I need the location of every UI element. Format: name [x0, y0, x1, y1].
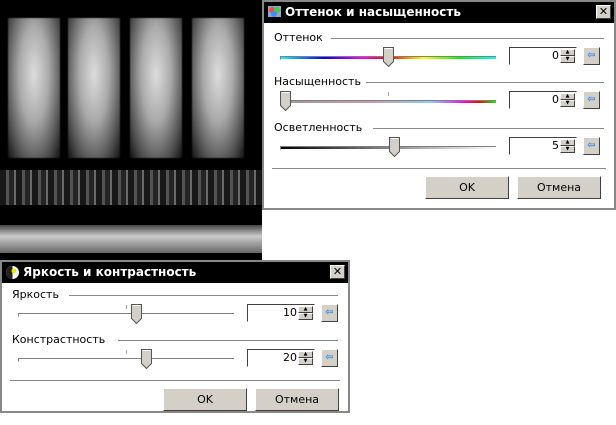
value-spinbox[interactable]: 0 ▲ ▼: [509, 47, 577, 65]
value-input[interactable]: 20: [283, 351, 297, 364]
slider-center-tick: [126, 350, 127, 354]
slider-track[interactable]: [18, 313, 234, 317]
slider-thumb[interactable]: [130, 304, 142, 324]
reset-button[interactable]: ⇦: [321, 349, 338, 367]
group-divider: [331, 38, 604, 40]
group-divider: [118, 340, 338, 342]
value-spinbox[interactable]: 5 ▲ ▼: [509, 137, 577, 155]
dialog-title: Оттенок и насыщенность: [285, 5, 461, 19]
slider-thumb[interactable]: [280, 91, 291, 111]
slider-label: Осветленность: [274, 121, 363, 134]
value-input[interactable]: 0: [552, 93, 559, 106]
dialog-title-bar[interactable]: Оттенок и насыщенность ✕: [264, 2, 614, 23]
slider-track[interactable]: [280, 100, 496, 104]
dialog-title: Яркость и контрастность: [23, 265, 197, 279]
reset-button[interactable]: ⇦: [321, 304, 338, 322]
close-button[interactable]: ✕: [330, 265, 345, 279]
dialog-title-bar[interactable]: Яркость и контрастность ✕: [2, 262, 348, 283]
spin-up-icon[interactable]: ▲: [560, 49, 575, 56]
spin-up-icon[interactable]: ▲: [298, 306, 313, 313]
value-input[interactable]: 5: [552, 139, 559, 152]
hue-saturation-dialog: Оттенок и насыщенность ✕ Оттенок 0 ▲ ▼ ⇦ Насы…: [262, 0, 616, 210]
close-button[interactable]: ✕: [596, 5, 611, 19]
reset-arrow-icon: ⇦: [587, 50, 596, 61]
cancel-button[interactable]: Отмена: [255, 388, 339, 411]
group-divider: [69, 295, 338, 297]
value-input[interactable]: 10: [283, 306, 297, 319]
ok-button[interactable]: OK: [425, 176, 509, 199]
reset-arrow-icon: ⇦: [325, 352, 334, 363]
spin-down-icon[interactable]: ▼: [560, 146, 575, 153]
slider-label: Оттенок: [274, 31, 323, 44]
spin-down-icon[interactable]: ▼: [560, 100, 575, 107]
value-spinbox[interactable]: 20 ▲ ▼: [247, 349, 315, 367]
color-palette-icon: [268, 6, 281, 17]
spin-up-icon[interactable]: ▲: [560, 139, 575, 146]
button-divider: [10, 380, 340, 382]
spin-down-icon[interactable]: ▼: [298, 358, 313, 365]
slider-center-tick: [388, 92, 389, 96]
value-spinbox[interactable]: 10 ▲ ▼: [247, 304, 315, 322]
group-divider: [373, 128, 604, 130]
reset-button[interactable]: ⇦: [583, 91, 600, 109]
spin-down-icon[interactable]: ▼: [560, 56, 575, 63]
spin-up-icon[interactable]: ▲: [560, 93, 575, 100]
reset-button[interactable]: ⇦: [583, 137, 600, 155]
image-preview: [0, 0, 262, 260]
cancel-button[interactable]: Отмена: [517, 176, 601, 199]
slider-label: Констрастность: [12, 333, 106, 346]
slider-track[interactable]: [18, 358, 234, 362]
slider-thumb[interactable]: [382, 47, 394, 67]
slider-label: Яркость: [12, 288, 59, 301]
value-spinbox[interactable]: 0 ▲ ▼: [509, 91, 577, 109]
reset-button[interactable]: ⇦: [583, 47, 600, 65]
slider-thumb[interactable]: [141, 349, 152, 369]
slider-center-tick: [126, 305, 127, 309]
spin-down-icon[interactable]: ▼: [298, 313, 313, 320]
slider-label: Насыщенность: [274, 75, 361, 88]
ok-button[interactable]: OK: [163, 388, 247, 411]
reset-arrow-icon: ⇦: [325, 307, 334, 318]
brightness-icon: [6, 266, 19, 279]
button-divider: [272, 168, 606, 170]
reset-arrow-icon: ⇦: [587, 94, 596, 105]
spin-up-icon[interactable]: ▲: [298, 351, 313, 358]
group-divider: [366, 82, 604, 84]
value-input[interactable]: 0: [552, 49, 559, 62]
reset-arrow-icon: ⇦: [587, 140, 596, 151]
brightness-contrast-dialog: Яркость и контрастность ✕ Яркость 10 ▲ ▼ ⇦ Ко…: [0, 260, 350, 413]
slider-thumb[interactable]: [388, 137, 400, 157]
